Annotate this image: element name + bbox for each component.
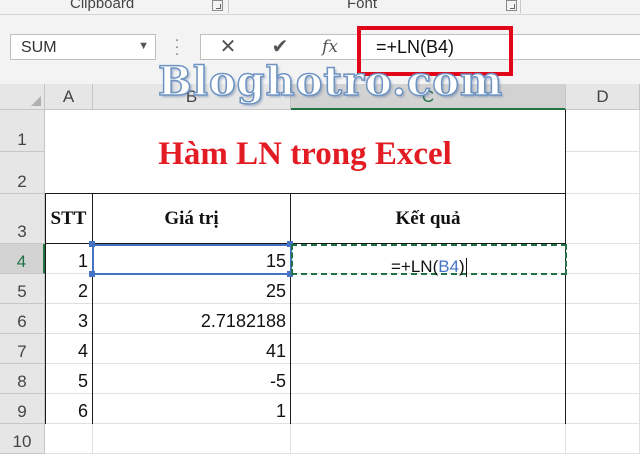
select-all-triangle-icon bbox=[31, 96, 41, 106]
cell-d3[interactable] bbox=[566, 194, 640, 244]
cell-a7[interactable]: 4 bbox=[45, 334, 93, 364]
table-border-left bbox=[45, 194, 46, 424]
cell-a10[interactable] bbox=[45, 424, 93, 454]
insert-function-fx-icon[interactable]: fx bbox=[316, 35, 344, 59]
row-header-4[interactable]: 4 bbox=[0, 244, 45, 274]
cell-b5[interactable]: 25 bbox=[93, 274, 291, 304]
sheet-title: Hàm LN trong Excel bbox=[158, 136, 452, 172]
row-header-2[interactable]: 2 bbox=[0, 152, 45, 194]
font-launcher-icon[interactable] bbox=[506, 0, 517, 11]
spreadsheet-grid: A B C D 1 2 3 4 5 6 7 8 9 10 Hàm LN tron… bbox=[0, 84, 640, 454]
select-all-button[interactable] bbox=[0, 84, 45, 110]
cell-d5[interactable] bbox=[566, 274, 640, 304]
checkmark-icon[interactable]: ✔ bbox=[266, 35, 294, 59]
cell-d4[interactable] bbox=[566, 244, 640, 274]
row-header-5[interactable]: 5 bbox=[0, 274, 45, 304]
ribbon-group-labels: Clipboard Font bbox=[0, 0, 640, 15]
name-box-value: SUM bbox=[21, 39, 57, 56]
cell-c10[interactable] bbox=[291, 424, 566, 454]
cell-reference-b4: B4 bbox=[438, 257, 460, 276]
chevron-down-icon[interactable]: ▼ bbox=[138, 40, 149, 52]
header-value[interactable]: Giá trị bbox=[93, 194, 291, 244]
cell-a6[interactable]: 3 bbox=[45, 304, 93, 334]
cell-c6[interactable] bbox=[291, 304, 566, 334]
resize-handle[interactable] bbox=[89, 241, 95, 247]
drag-handle-icon[interactable]: · · · bbox=[174, 32, 180, 61]
cell-c9[interactable] bbox=[291, 394, 566, 424]
row-header-6[interactable]: 6 bbox=[0, 304, 45, 334]
row-header-3[interactable]: 3 bbox=[0, 194, 45, 244]
cell-b10[interactable] bbox=[93, 424, 291, 454]
reference-highlight-b4 bbox=[92, 244, 292, 275]
watermark-text: Bloghotro.com bbox=[157, 57, 504, 106]
merged-title-cell[interactable]: Hàm LN trong Excel bbox=[45, 110, 565, 194]
font-group-label: Font bbox=[347, 0, 378, 12]
cell-a5[interactable]: 2 bbox=[45, 274, 93, 304]
row-header-8[interactable]: 8 bbox=[0, 364, 45, 394]
header-result[interactable]: Kết quả bbox=[291, 194, 566, 244]
cell-c4-editing-text[interactable]: =+LN(B4) bbox=[391, 255, 467, 279]
ribbon-separator bbox=[520, 0, 521, 13]
cell-d6[interactable] bbox=[566, 304, 640, 334]
column-header-d[interactable]: D bbox=[566, 84, 640, 110]
cell-a9[interactable]: 6 bbox=[45, 394, 93, 424]
cell-d10[interactable] bbox=[566, 424, 640, 454]
ribbon-separator bbox=[228, 0, 229, 13]
header-stt[interactable]: STT bbox=[45, 194, 93, 244]
name-box[interactable]: SUM ▼ bbox=[10, 34, 156, 60]
resize-handle[interactable] bbox=[89, 271, 95, 277]
cell-b8[interactable]: -5 bbox=[93, 364, 291, 394]
cell-b9[interactable]: 1 bbox=[93, 394, 291, 424]
cell-a8[interactable]: 5 bbox=[45, 364, 93, 394]
cell-b6[interactable]: 2.7182188 bbox=[93, 304, 291, 334]
cell-d1[interactable] bbox=[566, 110, 640, 152]
cell-a4[interactable]: 1 bbox=[45, 244, 93, 274]
text-cursor bbox=[465, 258, 467, 278]
clipboard-group-label: Clipboard bbox=[70, 0, 135, 12]
cell-c8[interactable] bbox=[291, 364, 566, 394]
cell-d2[interactable] bbox=[566, 152, 640, 194]
row-header-9[interactable]: 9 bbox=[0, 394, 45, 424]
cell-d7[interactable] bbox=[566, 334, 640, 364]
column-header-a[interactable]: A bbox=[45, 84, 93, 110]
row-header-1[interactable]: 1 bbox=[0, 110, 45, 152]
cell-d8[interactable] bbox=[566, 364, 640, 394]
row-header-7[interactable]: 7 bbox=[0, 334, 45, 364]
cancel-x-icon[interactable]: ✕ bbox=[214, 35, 242, 59]
cell-c7[interactable] bbox=[291, 334, 566, 364]
clipboard-launcher-icon[interactable] bbox=[212, 0, 223, 11]
row-header-10[interactable]: 10 bbox=[0, 424, 45, 454]
cell-b7[interactable]: 41 bbox=[93, 334, 291, 364]
cell-d9[interactable] bbox=[566, 394, 640, 424]
